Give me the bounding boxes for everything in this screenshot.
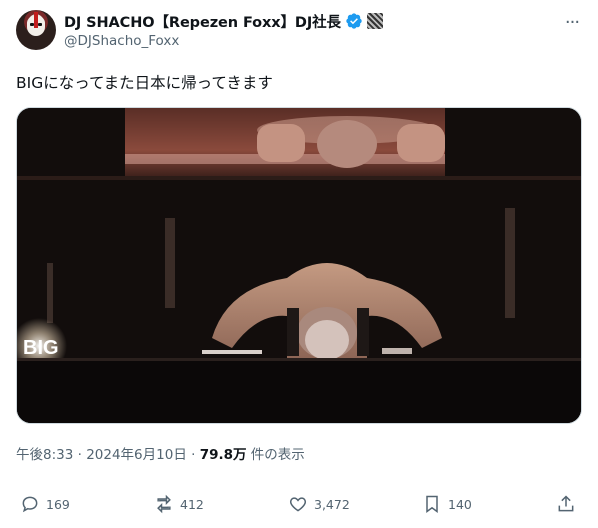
bookmark-icon bbox=[426, 495, 438, 513]
repost-count: 412 bbox=[180, 496, 204, 512]
views-count: 79.8万 bbox=[199, 447, 247, 463]
reply-icon bbox=[22, 496, 38, 513]
avatar[interactable] bbox=[16, 10, 56, 50]
more-options-icon[interactable]: ··· bbox=[562, 12, 582, 33]
bookmark-button[interactable]: 140 bbox=[422, 490, 472, 518]
like-button[interactable]: 3,472 bbox=[288, 490, 350, 518]
reply-button[interactable]: 169 bbox=[20, 490, 70, 518]
action-bar: 169 412 3,472 140 bbox=[16, 490, 582, 518]
like-count: 3,472 bbox=[314, 496, 350, 512]
tweet-text: BIGになってまた日本に帰ってきます bbox=[16, 74, 273, 92]
reply-count: 169 bbox=[46, 496, 70, 512]
tweet-timestamp[interactable]: 午後8:33 · 2024年6月10日 · bbox=[16, 447, 200, 463]
views-label: 件の表示 bbox=[246, 447, 305, 463]
verified-badge-icon bbox=[346, 13, 362, 29]
tweet-header: DJ SHACHO【Repezen Foxx】DJ社長 @DJShacho_Fo… bbox=[16, 10, 582, 54]
share-button[interactable] bbox=[556, 490, 576, 518]
bookmark-count: 140 bbox=[448, 496, 472, 512]
share-icon bbox=[558, 495, 574, 512]
author-display-name[interactable]: DJ SHACHO【Repezen Foxx】DJ社長 bbox=[64, 11, 341, 32]
author-name-row[interactable]: DJ SHACHO【Repezen Foxx】DJ社長 bbox=[64, 11, 383, 31]
avatar-stripe bbox=[34, 12, 38, 28]
repost-button[interactable]: 412 bbox=[154, 490, 204, 518]
repost-icon bbox=[157, 494, 171, 514]
tweet-media[interactable]: BIG bbox=[16, 107, 582, 424]
media-overlay-text: BIG bbox=[23, 337, 59, 359]
affiliate-flag-icon bbox=[366, 13, 383, 29]
author-handle[interactable]: @DJShacho_Foxx bbox=[64, 33, 179, 49]
tweet-meta: 午後8:33 · 2024年6月10日 · 79.8万 件の表示 bbox=[16, 443, 305, 463]
heart-icon bbox=[289, 497, 307, 512]
concert-photo: BIG bbox=[17, 108, 581, 423]
